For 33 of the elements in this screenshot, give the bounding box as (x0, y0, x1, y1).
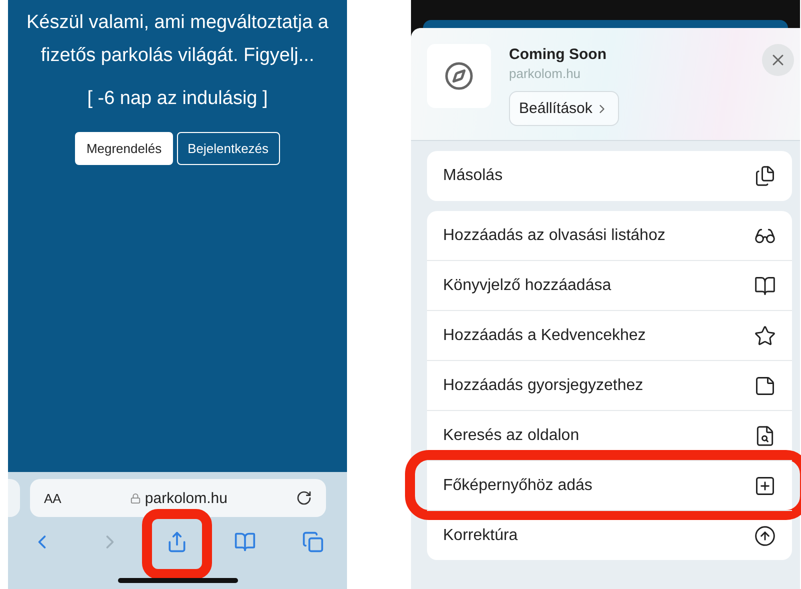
text-size-button[interactable]: AA (44, 490, 62, 506)
settings-button[interactable]: Beállítások (509, 91, 620, 126)
action-row[interactable]: Könyvjelző hozzáadása (427, 260, 792, 310)
plus-square-icon (754, 474, 776, 496)
page-button[interactable]: Bejelentkezés (176, 132, 280, 165)
reload-icon[interactable] (296, 490, 312, 506)
note-icon (754, 374, 776, 396)
teaser-message: Készül valami, ami megváltoztatja a fizetős parkolás világát. Figyelj... (25, 11, 330, 68)
action-row[interactable]: Másolás (427, 151, 792, 201)
star-icon (754, 324, 776, 346)
action-row[interactable]: Hozzáadás gyorsjegyzethez (427, 360, 792, 410)
page-button[interactable]: Megrendelés (75, 132, 173, 165)
compass-icon (444, 61, 474, 91)
site-title: Coming Soon (509, 46, 608, 63)
action-row[interactable]: Keresés az oldalon (427, 410, 792, 460)
site-domain: parkolom.hu (509, 66, 582, 81)
tabs-icon (302, 531, 324, 553)
share-icon (166, 531, 188, 553)
document-search-icon (754, 424, 776, 446)
lock-icon (130, 492, 141, 504)
book-icon (754, 274, 776, 296)
documents-icon (754, 165, 776, 187)
address-field[interactable]: AA parkolom.hu (30, 479, 326, 517)
action-row[interactable]: Főképernyőhöz adás (427, 460, 792, 510)
book-icon (234, 531, 256, 553)
countdown-text: [ -6 nap az indulásig ] (87, 88, 268, 110)
tab-edge (8, 479, 20, 517)
close-button[interactable] (762, 44, 794, 76)
action-row[interactable]: Hozzáadás az olvasási listához (427, 211, 792, 260)
action-row[interactable]: Korrektúra (427, 510, 792, 560)
arrow-up-circle-icon (754, 524, 776, 546)
url-text: parkolom.hu (130, 490, 228, 506)
action-row[interactable]: Hozzáadás a Kedvencekhez (427, 310, 792, 360)
